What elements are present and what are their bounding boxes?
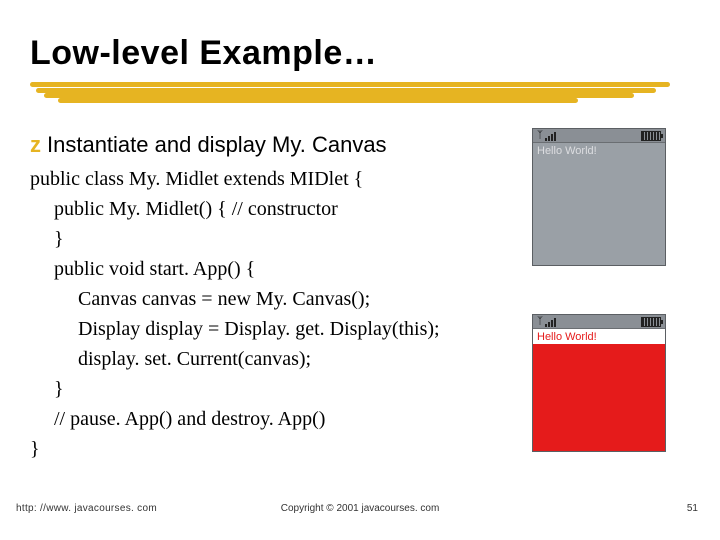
title-underline (30, 82, 670, 104)
phone-statusbar: ᛉ (533, 315, 665, 329)
phone-hello-text: Hello World! (533, 329, 665, 344)
battery-icon (641, 317, 661, 327)
bullet-text: Instantiate and display My. Canvas (47, 132, 387, 158)
antenna-icon: ᛉ (537, 316, 543, 327)
phone-preview-grey: ᛉ Hello World! (532, 128, 666, 266)
code-line: public My. Midlet() { // constructor (30, 194, 520, 224)
content-area: z Instantiate and display My. Canvas pub… (30, 132, 520, 464)
code-line: Canvas canvas = new My. Canvas(); (30, 284, 520, 314)
signal-icon (545, 132, 556, 141)
slide: Low-level Example… z Instantiate and dis… (0, 0, 720, 540)
phone-statusbar: ᛉ (533, 129, 665, 143)
code-line: } (30, 224, 520, 254)
code-line: Display display = Display. get. Display(… (30, 314, 520, 344)
phone-preview-red: ᛉ Hello World! (532, 314, 666, 452)
phone-canvas-area (533, 158, 665, 265)
code-line: // pause. App() and destroy. App() (30, 404, 520, 434)
code-block: public class My. Midlet extends MIDlet {… (30, 164, 520, 464)
title-wrap: Low-level Example… (30, 34, 377, 73)
signal-icon (545, 318, 556, 327)
code-line: } (30, 374, 520, 404)
code-line: public void start. App() { (30, 254, 520, 284)
code-line: public class My. Midlet extends MIDlet { (30, 164, 520, 194)
footer-page-number: 51 (687, 503, 698, 514)
phone-canvas-area (533, 344, 665, 451)
code-line: } (30, 434, 520, 464)
bullet-line: z Instantiate and display My. Canvas (30, 132, 520, 158)
code-line: display. set. Current(canvas); (30, 344, 520, 374)
phone-hello-text: Hello World! (533, 143, 665, 158)
footer-copyright: Copyright © 2001 javacourses. com (0, 503, 720, 514)
bullet-marker: z (30, 132, 41, 158)
antenna-icon: ᛉ (537, 130, 543, 141)
slide-title: Low-level Example… (30, 34, 377, 73)
battery-icon (641, 131, 661, 141)
